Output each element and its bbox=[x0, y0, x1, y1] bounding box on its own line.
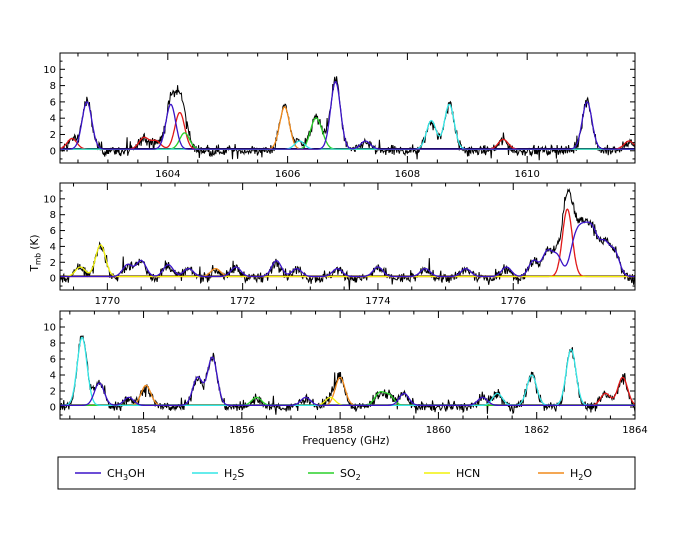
x-tick-label: 1604 bbox=[155, 169, 180, 180]
x-tick-label: 1860 bbox=[426, 425, 451, 436]
x-tick-label: 1864 bbox=[622, 425, 647, 436]
y-tick-label: 0 bbox=[50, 403, 56, 414]
legend-label: H2S bbox=[224, 467, 244, 482]
x-axis-label: Frequency (GHz) bbox=[302, 435, 389, 447]
x-tick-label: 1610 bbox=[514, 169, 539, 180]
legend-item-SO2: SO2 bbox=[308, 467, 361, 482]
spectrum-figure: 0 2 4 6 8 10 1604 1606 1608 1610 0 2 4 6 8 10 1770 1772 17… bbox=[29, 52, 648, 490]
panel-3: 02468101854 1856 1858 1860 1862 1864 bbox=[43, 310, 648, 436]
panel-1: 0 2 4 6 8 10 1604 1606 1608 1610 bbox=[43, 52, 636, 180]
legend: CH3OH H2S SO2 HCN H2O bbox=[57, 456, 636, 490]
model-CH3OH bbox=[60, 221, 635, 278]
y-tick-label: 4 bbox=[50, 114, 56, 125]
y-tick-label: 6 bbox=[50, 355, 56, 366]
x-tick-label: 1774 bbox=[365, 296, 390, 307]
y-tick-label: 10 bbox=[43, 65, 56, 76]
observed-spectrum bbox=[60, 76, 635, 161]
x-tick-label: 1606 bbox=[275, 169, 300, 180]
legend-item-CH3OH: CH3OH bbox=[75, 467, 145, 482]
observed-spectrum bbox=[60, 188, 635, 290]
x-tick-label: 1854 bbox=[131, 425, 156, 436]
y-tick-label: 2 bbox=[50, 130, 56, 141]
legend-item-H2S: H2S bbox=[192, 467, 244, 482]
legend-label: HCN bbox=[456, 467, 480, 480]
x-tick-label: 1776 bbox=[501, 296, 526, 307]
y-tick-label: 4 bbox=[50, 371, 56, 382]
y-axis-label: Tmb (K) bbox=[29, 235, 43, 273]
y-tick-label: 8 bbox=[50, 339, 56, 350]
legend-item-HCN: HCN bbox=[424, 467, 480, 480]
y-tick-label: 6 bbox=[50, 226, 56, 237]
y-tick-label: 8 bbox=[50, 210, 56, 221]
legend-item-H2O: H2O bbox=[538, 467, 592, 482]
x-tick-label: 1772 bbox=[230, 296, 255, 307]
y-tick-label: 8 bbox=[50, 81, 56, 92]
spectral-panels: 0 2 4 6 8 10 1604 1606 1608 1610 0 2 4 6 8 10 1770 1772 17… bbox=[43, 52, 648, 436]
y-tick-label: 0 bbox=[50, 146, 56, 157]
y-tick-label: 6 bbox=[50, 97, 56, 108]
y-tick-label: 10 bbox=[43, 323, 56, 334]
panel-frame bbox=[59, 310, 636, 420]
x-tick-label: 1608 bbox=[395, 169, 420, 180]
observed-spectrum bbox=[60, 335, 635, 415]
panel-2: 0 2 4 6 8 10 1770 1772 1774 1776 bbox=[43, 182, 636, 307]
x-tick-label: 1856 bbox=[229, 425, 254, 436]
legend-label: H2O bbox=[570, 467, 592, 482]
y-tick-label: 2 bbox=[50, 258, 56, 269]
x-tick-label: 1862 bbox=[524, 425, 549, 436]
panel-plot-area bbox=[60, 188, 635, 290]
y-tick-label: 4 bbox=[50, 242, 56, 253]
panel-plot-area bbox=[60, 76, 635, 161]
legend-label: SO2 bbox=[340, 467, 361, 482]
y-tick-label: 2 bbox=[50, 387, 56, 398]
y-tick-label: 0 bbox=[50, 274, 56, 285]
legend-items: CH3OH H2S SO2 HCN H2O bbox=[75, 467, 592, 482]
legend-label: CH3OH bbox=[107, 467, 145, 482]
panel-plot-area bbox=[60, 335, 635, 415]
x-tick-label: 1770 bbox=[95, 296, 120, 307]
y-tick-label: 10 bbox=[43, 194, 56, 205]
